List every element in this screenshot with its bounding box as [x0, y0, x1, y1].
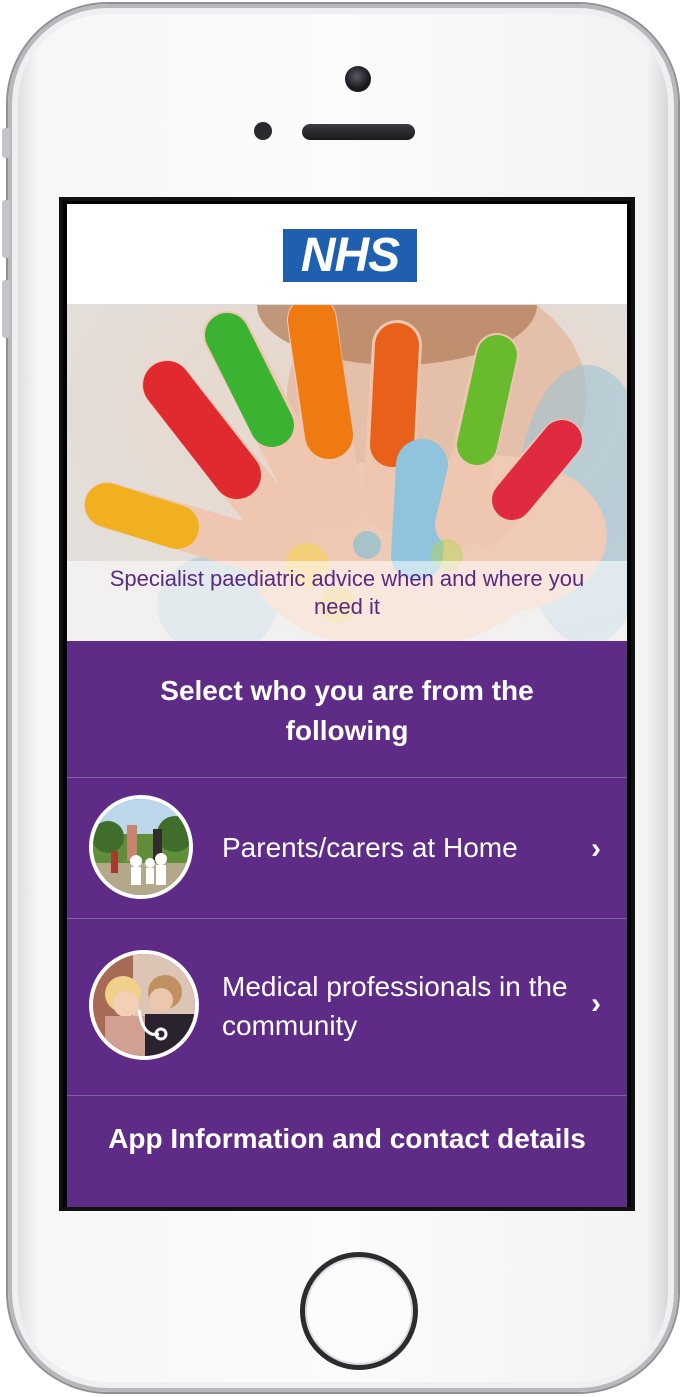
app-view: NHS Specialist paediatric advice when an… — [67, 204, 627, 1207]
sensor-icon — [254, 122, 272, 140]
family-photo-icon — [93, 799, 189, 895]
option-label: Medical professionals in the community — [222, 971, 568, 1041]
hero-caption: Specialist paediatric advice when and wh… — [109, 566, 585, 619]
option-parents-carers[interactable]: Parents/carers at Home › — [67, 778, 627, 918]
option-medical-professionals[interactable]: Medical professionals in the community › — [67, 919, 627, 1095]
app-header: NHS — [67, 204, 627, 305]
selection-panel: Select who you are from the following Pa… — [67, 641, 627, 1207]
doctor-child-avatar — [89, 950, 199, 1060]
side-button — [2, 280, 10, 338]
option-label: Parents/carers at Home — [222, 832, 518, 863]
phone-screen: NHS Specialist paediatric advice when an… — [59, 197, 635, 1211]
camera-icon — [345, 66, 371, 92]
side-button — [2, 128, 10, 158]
hero-banner: Specialist paediatric advice when and wh… — [67, 305, 627, 641]
chevron-right-icon: › — [591, 832, 601, 865]
chevron-right-icon: › — [591, 987, 601, 1020]
divider — [67, 1095, 627, 1096]
home-button[interactable] — [300, 1252, 418, 1370]
doctor-child-photo-icon — [93, 954, 195, 1056]
family-avatar — [89, 795, 193, 899]
nhs-logo: NHS — [283, 229, 417, 282]
speaker-grille — [302, 124, 415, 140]
app-info-link[interactable]: App Information and contact details — [97, 1119, 597, 1159]
section-title: Select who you are from the following — [160, 675, 534, 746]
side-button — [2, 200, 10, 258]
